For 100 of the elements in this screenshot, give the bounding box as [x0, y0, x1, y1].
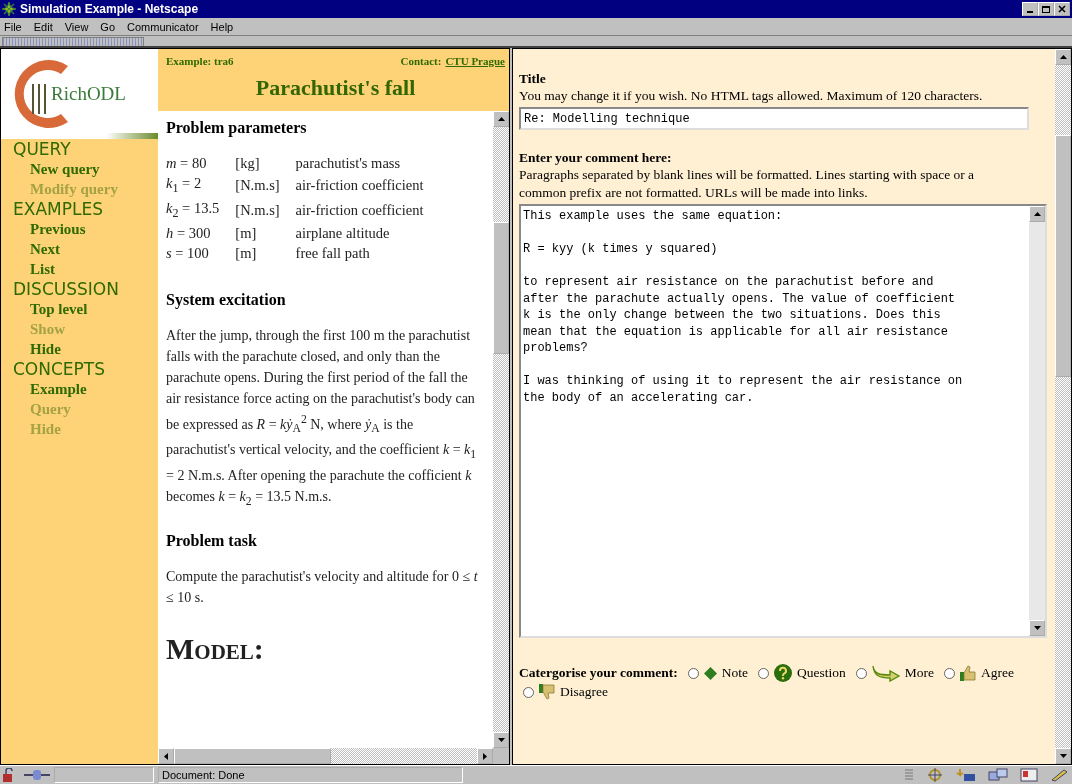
nav-link[interactable]: Previous	[30, 219, 86, 239]
parameter-description: air-friction coefficient	[295, 176, 425, 196]
radio-button[interactable]	[855, 667, 867, 679]
status-text: Document: Done	[158, 767, 463, 783]
radio-button[interactable]	[687, 667, 699, 679]
caret-left-icon	[164, 752, 168, 760]
vertical-scrollbar[interactable]	[1055, 49, 1071, 764]
paragraph: Compute the parachutist's velocity and altitude for 0 ≤ t ≤ 10 s.	[166, 567, 479, 607]
nav-heading: DISCUSSION	[12, 279, 120, 299]
scrollbar-thumb[interactable]	[493, 222, 509, 354]
compass-icon[interactable]	[926, 768, 944, 782]
caret-down-icon	[497, 738, 505, 742]
diamond-icon	[703, 666, 717, 680]
caret-up-icon	[497, 117, 505, 121]
parameter-description: parachutist's mass	[295, 154, 402, 173]
menu-item[interactable]: Help	[210, 20, 234, 33]
window-title: Simulation Example - Netscape	[20, 2, 200, 16]
menu-item[interactable]: View	[64, 20, 89, 33]
logo-text: RichODL	[51, 83, 126, 105]
thumbs-up-icon	[959, 665, 976, 681]
parameter-description: air-friction coefficient	[295, 201, 425, 221]
scroll-down-button[interactable]	[1055, 748, 1071, 764]
page-title: Parachutist's fall	[254, 75, 417, 101]
scrollbar-thumb[interactable]	[174, 748, 331, 764]
section-heading: System excitation	[166, 290, 287, 309]
address-card-icon[interactable]	[1020, 768, 1038, 782]
option-label: Disagree	[560, 684, 608, 700]
scroll-left-button[interactable]	[158, 748, 174, 764]
scroll-up-button[interactable]	[493, 111, 509, 127]
radio-button[interactable]	[523, 686, 534, 698]
caret-right-icon	[483, 752, 487, 760]
nav-link[interactable]: Hide	[30, 339, 61, 359]
parameter-unit: [N.m.s]	[235, 197, 296, 223]
parameter-value: k$_{1}$ = 2	[166, 174, 203, 197]
connection-icon[interactable]	[24, 769, 50, 781]
toolbar-handles[interactable]	[2, 37, 144, 46]
section-heading: Problem task	[166, 531, 258, 550]
vertical-scrollbar[interactable]	[493, 111, 509, 748]
parameter-description: airplane altitude	[295, 223, 391, 243]
radio-button[interactable]	[943, 667, 955, 679]
section-title: Model:	[166, 631, 265, 666]
parameter-unit: [kg]	[235, 153, 296, 173]
scroll-right-button[interactable]	[477, 748, 493, 764]
nav-link[interactable]: List	[30, 259, 55, 279]
contact-link[interactable]: CTU Prague	[445, 55, 505, 67]
inbox-icon[interactable]	[956, 768, 976, 782]
field-label: Title	[519, 71, 547, 87]
caret-up-icon	[1033, 212, 1041, 216]
caret-up-icon	[1059, 55, 1067, 59]
close-icon	[1058, 5, 1066, 13]
radio-button[interactable]	[757, 667, 769, 679]
close-button[interactable]	[1054, 2, 1070, 16]
parameter-value: s = 100	[166, 243, 210, 263]
nav-heading: CONCEPTS	[12, 359, 106, 379]
scroll-down-button[interactable]	[493, 732, 509, 748]
scroll-up-button[interactable]	[1055, 49, 1071, 65]
caret-down-icon	[1033, 626, 1041, 630]
help-text: You may change it if you wish. No HTML tags allowed. Maximum of 120 characters.	[519, 87, 984, 105]
parameter-unit: [m]	[235, 242, 296, 263]
option-label: Note	[721, 665, 748, 681]
thumbs-down-icon	[539, 684, 555, 700]
option-label: Agree	[980, 665, 1014, 681]
parameter-unit: [N.m.s]	[235, 173, 296, 198]
nav-link[interactable]: New query	[30, 159, 100, 179]
parameter-value: k$_{2}$ = 13.5	[166, 198, 221, 222]
menu-item[interactable]: Go	[100, 20, 116, 33]
maximize-icon	[1042, 5, 1050, 13]
vertical-scrollbar[interactable]	[1029, 206, 1045, 636]
parameter-value: h = 300	[166, 223, 212, 243]
chat-icon[interactable]	[988, 768, 1008, 782]
menu-item[interactable]: File	[4, 20, 22, 33]
logo-stripe	[106, 133, 158, 139]
option-label: More	[904, 665, 934, 681]
minimize-button[interactable]	[1022, 2, 1038, 16]
example-id: Example: tra6	[166, 55, 234, 67]
parameter-unit: [m]	[235, 222, 296, 243]
nav-link[interactable]: Top level	[30, 299, 88, 319]
scroll-up-button[interactable]	[1029, 206, 1045, 222]
help-text: Paragraphs separated by blank lines will be formatted. Lines starting with space or a common prefix are not formatted. URLs will be made into links.	[519, 166, 976, 202]
contact-label: Contact:	[400, 55, 442, 67]
scroll-down-button[interactable]	[1029, 620, 1045, 636]
maximize-button[interactable]	[1038, 2, 1054, 16]
menu-item[interactable]: Edit	[33, 20, 53, 33]
comment-field[interactable]: This example uses the same equation: R = kyy (k times y squared) to represent air resistance on the parachutist before and after the parachute actually opens. The value of coefficient k is the only change between the two situations. Does this mean that the equation is applicable for all air resistance problems? I was thinking of using it to represent the air resistance on the body of an accelerating car.	[519, 204, 1047, 638]
nav-link[interactable]: Next	[30, 239, 60, 259]
nav-heading: QUERY	[12, 139, 72, 159]
horizontal-scrollbar[interactable]	[158, 748, 493, 764]
parameter-description: free fall path	[295, 243, 371, 263]
menu-item[interactable]: Communicator	[127, 20, 199, 33]
title-field[interactable]: Re: Modelling technique	[519, 107, 1029, 130]
nav-link[interactable]: Example	[30, 379, 87, 399]
scrollbar-corner	[493, 748, 509, 764]
curved-arrow-icon	[871, 664, 900, 682]
caret-down-icon	[1059, 754, 1067, 758]
nav-heading: EXAMPLES	[12, 199, 104, 219]
star-icon	[2, 2, 16, 16]
section-heading: Problem parameters	[166, 119, 308, 137]
scrollbar-thumb[interactable]	[1055, 135, 1071, 377]
pen-icon[interactable]	[1050, 768, 1070, 782]
option-label: Question	[796, 665, 846, 681]
